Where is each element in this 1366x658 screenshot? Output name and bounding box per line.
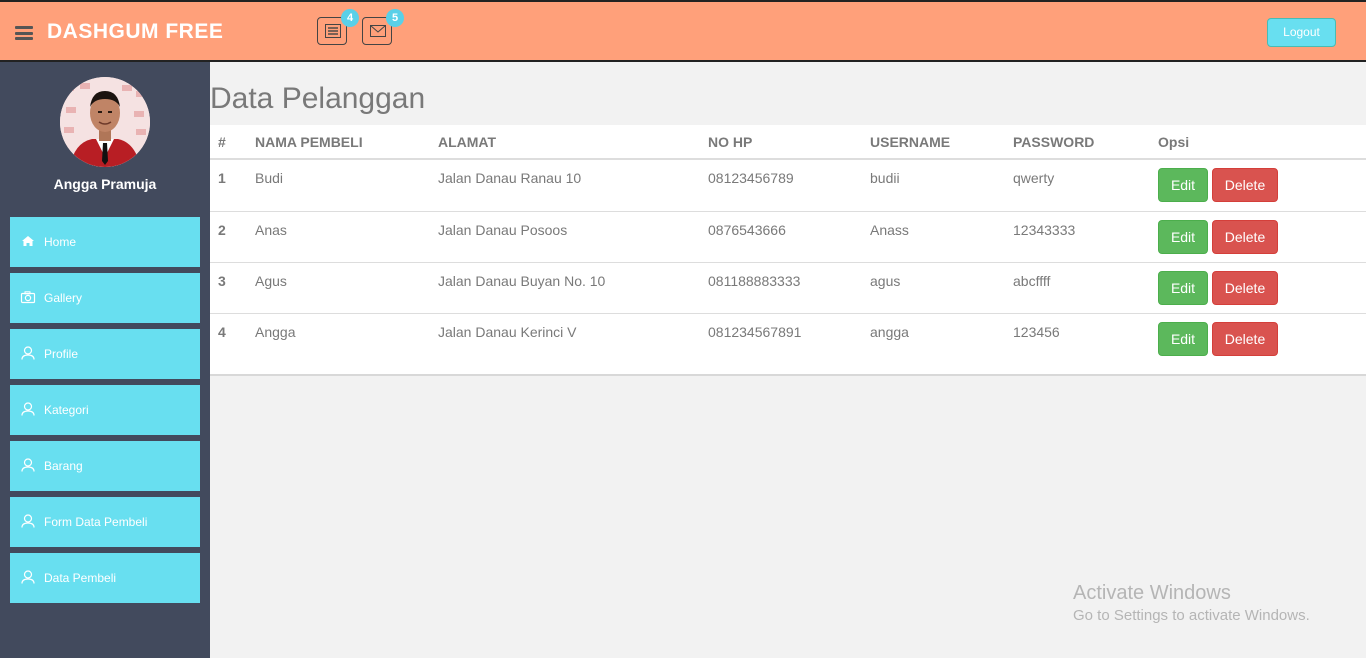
sidebar-item-form-data-pembeli[interactable]: Form Data Pembeli (10, 497, 200, 547)
page-title: Data Pelanggan (210, 82, 426, 115)
table-row: 2 Anas Jalan Danau Posoos 0876543666 Ana… (210, 211, 1366, 262)
sidebar-item-label: Home (44, 235, 77, 249)
tasks-icon (325, 24, 341, 38)
column-header-password: PASSWORD (1013, 134, 1095, 150)
column-header-alamat: ALAMAT (438, 134, 497, 150)
envelope-icon (370, 25, 386, 37)
cell-nama: Agus (255, 273, 287, 289)
menu-toggle-icon[interactable] (15, 26, 33, 40)
cell-username: angga (870, 324, 909, 340)
cell-password: 12343333 (1013, 222, 1076, 238)
logout-button[interactable]: Logout (1267, 18, 1336, 47)
cell-alamat: Jalan Danau Posoos (438, 222, 568, 238)
camera-icon (20, 291, 36, 304)
column-header-username: USERNAME (870, 134, 951, 150)
cell-number: 2 (218, 222, 226, 238)
cell-number: 4 (218, 324, 226, 340)
edit-button[interactable]: Edit (1158, 271, 1208, 305)
edit-button[interactable]: Edit (1158, 220, 1208, 254)
cell-number: 3 (218, 273, 226, 289)
column-header-opsi: Opsi (1158, 134, 1190, 150)
column-header-nama-pembeli: NAMA PEMBELI (255, 134, 363, 150)
cell-password: qwerty (1013, 170, 1055, 186)
table-row: 1 Budi Jalan Danau Ranau 10 08123456789 … (210, 160, 1366, 211)
app-logo[interactable]: DASHGUM FREE (47, 20, 223, 44)
delete-button[interactable]: Delete (1212, 220, 1278, 254)
messages-button[interactable]: 5 (362, 9, 404, 45)
cell-alamat: Jalan Danau Kerinci V (438, 324, 577, 340)
cell-nama: Angga (255, 324, 296, 340)
activation-watermark-subtitle: Go to Settings to activate Windows. (1073, 607, 1310, 624)
user-icon (21, 402, 35, 416)
sidebar-item-kategori[interactable]: Kategori (10, 385, 200, 435)
table-row: 3 Agus Jalan Danau Buyan No. 10 08118888… (210, 262, 1366, 313)
sidebar-item-data-pembeli[interactable]: Data Pembeli (10, 553, 200, 603)
sidebar-item-label: Gallery (44, 291, 83, 305)
sidebar-item-label: Form Data Pembeli (44, 515, 148, 529)
delete-button[interactable]: Delete (1212, 168, 1278, 202)
column-header-no-hp: NO HP (708, 134, 753, 150)
cell-nama: Anas (255, 222, 287, 238)
tasks-badge: 4 (341, 9, 359, 27)
sidebar-item-label: Barang (44, 459, 83, 473)
cell-no-hp: 08123456789 (708, 170, 794, 186)
sidebar-item-home[interactable]: Home (10, 217, 200, 267)
user-icon (21, 346, 35, 360)
avatar[interactable] (60, 77, 150, 167)
customers-table: # NAMA PEMBELI ALAMAT NO HP USERNAME PAS… (210, 125, 1366, 376)
cell-password: abcffff (1013, 273, 1051, 289)
activation-watermark-title: Activate Windows (1073, 582, 1231, 604)
cell-alamat: Jalan Danau Buyan No. 10 (438, 273, 606, 289)
messages-badge: 5 (386, 9, 404, 27)
cell-no-hp: 0876543666 (708, 222, 786, 238)
cell-no-hp: 081234567891 (708, 324, 802, 340)
sidebar: Angga Pramuja Home Gallery Profile Kateg… (0, 62, 210, 658)
user-icon (21, 458, 35, 472)
cell-nama: Budi (255, 170, 284, 186)
edit-button[interactable]: Edit (1158, 168, 1208, 202)
user-icon (21, 514, 35, 528)
avatar-image (60, 77, 150, 167)
table-row: 4 Angga Jalan Danau Kerinci V 0812345678… (210, 313, 1366, 364)
sidebar-item-label: Data Pembeli (44, 571, 117, 585)
home-icon (22, 236, 34, 246)
sidebar-item-barang[interactable]: Barang (10, 441, 200, 491)
edit-button[interactable]: Edit (1158, 322, 1208, 356)
cell-username: budii (870, 170, 900, 186)
tasks-button[interactable]: 4 (317, 9, 359, 45)
sidebar-item-label: Kategori (44, 403, 89, 417)
user-name: Angga Pramuja (53, 176, 157, 192)
column-header-number: # (218, 134, 226, 150)
cell-password: 123456 (1013, 324, 1060, 340)
sidebar-item-label: Profile (44, 347, 79, 361)
user-icon (21, 570, 35, 584)
top-header: DASHGUM FREE 4 5 Logout (0, 0, 1366, 62)
cell-username: Anass (870, 222, 909, 238)
sidebar-item-profile[interactable]: Profile (10, 329, 200, 379)
cell-username: agus (870, 273, 901, 289)
cell-no-hp: 081188883333 (708, 273, 801, 289)
delete-button[interactable]: Delete (1212, 322, 1278, 356)
cell-number: 1 (218, 170, 226, 186)
sidebar-item-gallery[interactable]: Gallery (10, 273, 200, 323)
delete-button[interactable]: Delete (1212, 271, 1278, 305)
cell-alamat: Jalan Danau Ranau 10 (438, 170, 582, 186)
